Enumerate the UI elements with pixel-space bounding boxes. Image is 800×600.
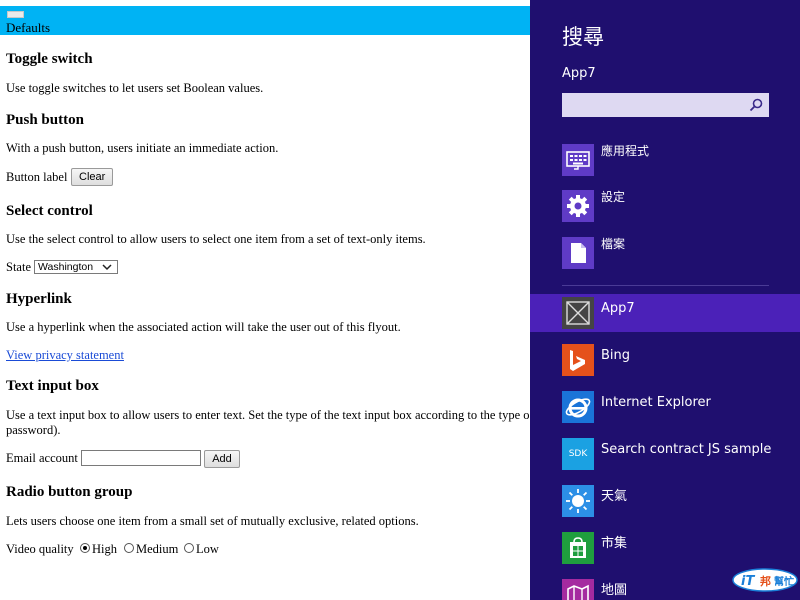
radio-low[interactable]: [184, 543, 194, 553]
state-select[interactable]: Washington: [34, 260, 118, 274]
app-item-label: Internet Explorer: [601, 395, 711, 410]
scope-settings[interactable]: 設定: [562, 190, 782, 222]
clear-button[interactable]: Clear: [71, 168, 113, 186]
state-label: State: [6, 260, 31, 274]
scope-apps[interactable]: 應用程式: [562, 144, 782, 176]
app-item-store[interactable]: 市集: [530, 529, 800, 567]
select-section-description: Use the select control to allow users to…: [6, 232, 426, 246]
weather-icon: [562, 485, 594, 517]
radio-high-label: High: [92, 542, 117, 556]
sdk-icon: SDK: [562, 438, 594, 470]
hyperlink-section-description: Use a hyperlink when the associated acti…: [6, 320, 401, 334]
radio-medium-label: Medium: [136, 542, 179, 556]
email-account-input[interactable]: [81, 450, 201, 466]
text-input-section-description-cont: password).: [6, 423, 61, 437]
text-input-section-description: Use a text input box to allow users to e…: [6, 408, 530, 422]
app-item-weather[interactable]: 天氣: [530, 482, 800, 520]
hyperlink-section-title: Hyperlink: [6, 291, 72, 307]
app-item-bing[interactable]: Bing: [530, 341, 800, 379]
chevron-down-icon: [102, 264, 112, 271]
app-item-label: Search contract JS sample: [601, 442, 772, 457]
app-item-label: 市集: [601, 536, 628, 551]
scope-files[interactable]: 檔案: [562, 237, 782, 269]
placeholder-x-icon: [562, 297, 594, 329]
app-item-search-contract-sample[interactable]: SDK Search contract JS sample: [530, 435, 800, 473]
search-input[interactable]: [562, 93, 769, 117]
scope-divider: [562, 285, 769, 286]
add-button[interactable]: Add: [204, 450, 240, 468]
text-input-section-title: Text input box: [6, 378, 99, 394]
toggle-section-description: Use toggle switches to let users set Boo…: [6, 81, 264, 95]
toggle-section-title: Toggle switch: [6, 51, 93, 67]
svg-text:邦: 邦: [760, 574, 771, 588]
search-icon[interactable]: [748, 97, 764, 113]
radio-low-label: Low: [196, 542, 219, 556]
scope-files-label: 檔案: [601, 237, 626, 251]
maps-icon: [562, 579, 594, 600]
push-button-section-title: Push button: [6, 112, 84, 128]
document-icon: [562, 237, 594, 269]
search-charm: 搜尋 App7 應用程式 設定 檔案 App7 Bing Internet Ex…: [530, 0, 800, 600]
push-button-section-description: With a push button, users initiate an im…: [6, 141, 279, 155]
scope-apps-label: 應用程式: [601, 144, 650, 158]
page-title: Defaults: [6, 20, 51, 35]
svg-text:幫忙: 幫忙: [774, 575, 794, 588]
ithelp-watermark-logo: iT 邦 幫忙: [732, 568, 798, 592]
svg-text:iT: iT: [741, 574, 755, 589]
app-item-label: 地圖: [601, 583, 628, 598]
ie-icon: [562, 391, 594, 423]
privacy-statement-link[interactable]: View privacy statement: [6, 348, 124, 363]
back-button[interactable]: [7, 11, 24, 18]
store-icon: [562, 532, 594, 564]
video-quality-label: Video quality: [6, 542, 74, 556]
keyboard-icon: [562, 144, 594, 176]
gear-icon: [562, 190, 594, 222]
email-account-label: Email account: [6, 451, 78, 465]
radio-section-title: Radio button group: [6, 484, 133, 500]
scope-settings-label: 設定: [601, 190, 626, 204]
button-label-text: Button label: [6, 170, 68, 184]
bing-icon: [562, 344, 594, 376]
app-item-label: Bing: [601, 348, 631, 363]
radio-medium[interactable]: [124, 543, 134, 553]
radio-high[interactable]: [80, 543, 90, 553]
app-item-internet-explorer[interactable]: Internet Explorer: [530, 388, 800, 426]
app-item-label: 天氣: [601, 489, 628, 504]
state-select-value: Washington: [38, 261, 94, 273]
flyout-content: Defaults Toggle switch Use toggle switch…: [0, 0, 530, 600]
app-item-app7[interactable]: App7: [530, 294, 800, 332]
app-item-label: App7: [601, 301, 635, 316]
search-heading: 搜尋: [562, 25, 604, 49]
search-context-app: App7: [562, 66, 596, 81]
select-section-title: Select control: [6, 203, 93, 219]
radio-section-description: Lets users choose one item from a small …: [6, 514, 419, 528]
header-bar: Defaults: [0, 6, 530, 35]
